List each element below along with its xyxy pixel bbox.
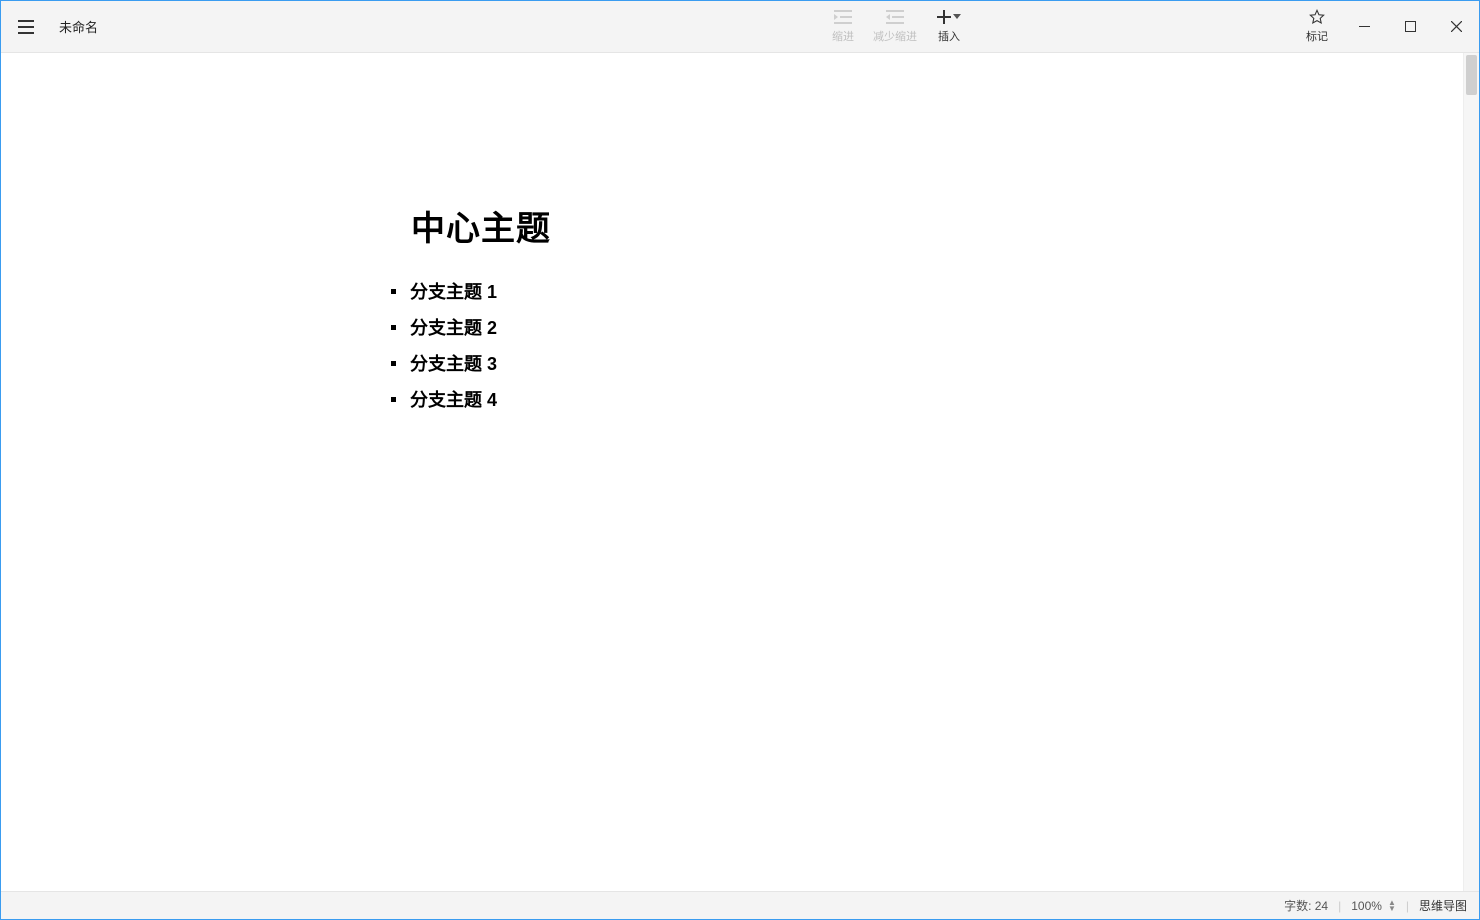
branch-label: 分支主题 3 bbox=[410, 350, 497, 376]
outline: 中心主题 分支主题 1 分支主题 2 分支主题 3 分支主题 4 bbox=[391, 201, 551, 422]
mindmap-view-button[interactable]: 思维导图 bbox=[1419, 897, 1467, 914]
zoom-control[interactable]: 100% ▲ ▼ bbox=[1351, 899, 1396, 913]
branch-item[interactable]: 分支主题 4 bbox=[391, 386, 551, 412]
mark-button[interactable]: 标记 bbox=[1295, 8, 1339, 44]
minimize-button[interactable] bbox=[1341, 1, 1387, 52]
branch-label: 分支主题 1 bbox=[410, 278, 497, 304]
separator: | bbox=[1338, 899, 1341, 913]
branch-item[interactable]: 分支主题 2 bbox=[391, 314, 551, 340]
mark-label: 标记 bbox=[1306, 28, 1328, 44]
close-button[interactable] bbox=[1433, 1, 1479, 52]
scroll-thumb[interactable] bbox=[1466, 55, 1477, 95]
document-title[interactable]: 未命名 bbox=[59, 17, 98, 36]
statusbar: 字数: 24 | 100% ▲ ▼ | 思维导图 bbox=[1, 891, 1479, 919]
menu-button[interactable] bbox=[1, 1, 51, 52]
titlebar-left: 未命名 bbox=[1, 1, 98, 52]
bullet-icon bbox=[391, 289, 396, 294]
insert-button[interactable]: 插入 bbox=[925, 8, 973, 44]
hamburger-icon bbox=[18, 20, 34, 34]
bullet-icon bbox=[391, 325, 396, 330]
plus-icon bbox=[937, 10, 951, 24]
star-icon bbox=[1309, 9, 1325, 25]
toolbar: 缩进 减少缩进 bbox=[821, 1, 973, 52]
zoom-value: 100% bbox=[1351, 899, 1382, 913]
word-count-value: 24 bbox=[1315, 899, 1328, 913]
close-icon bbox=[1451, 21, 1462, 32]
toolbar-right: 标记 bbox=[1295, 1, 1339, 52]
chevron-down-icon: ▼ bbox=[1388, 906, 1396, 912]
branch-label: 分支主题 2 bbox=[410, 314, 497, 340]
word-count: 字数: 24 bbox=[1284, 897, 1328, 914]
outdent-button: 减少缩进 bbox=[873, 8, 917, 44]
branch-list: 分支主题 1 分支主题 2 分支主题 3 分支主题 4 bbox=[391, 278, 551, 412]
word-count-label: 字数: bbox=[1284, 899, 1311, 913]
app-window: 未命名 缩进 bbox=[0, 0, 1480, 920]
branch-item[interactable]: 分支主题 1 bbox=[391, 278, 551, 304]
indent-button: 缩进 bbox=[821, 8, 865, 44]
separator: | bbox=[1406, 899, 1409, 913]
maximize-button[interactable] bbox=[1387, 1, 1433, 52]
maximize-icon bbox=[1405, 21, 1416, 32]
outdent-icon bbox=[886, 10, 904, 24]
central-topic[interactable]: 中心主题 bbox=[411, 201, 551, 250]
bullet-icon bbox=[391, 397, 396, 402]
zoom-stepper[interactable]: ▲ ▼ bbox=[1388, 900, 1396, 912]
vertical-scrollbar[interactable] bbox=[1463, 53, 1479, 891]
branch-item[interactable]: 分支主题 3 bbox=[391, 350, 551, 376]
window-controls bbox=[1341, 1, 1479, 52]
branch-label: 分支主题 4 bbox=[410, 386, 497, 412]
content-area[interactable]: 中心主题 分支主题 1 分支主题 2 分支主题 3 分支主题 4 bbox=[1, 53, 1479, 891]
chevron-down-icon bbox=[953, 14, 961, 20]
indent-icon bbox=[834, 10, 852, 24]
insert-label: 插入 bbox=[938, 28, 960, 44]
indent-label: 缩进 bbox=[832, 28, 854, 44]
outdent-label: 减少缩进 bbox=[873, 28, 917, 44]
minimize-icon bbox=[1359, 21, 1370, 32]
bullet-icon bbox=[391, 361, 396, 366]
titlebar: 未命名 缩进 bbox=[1, 1, 1479, 53]
